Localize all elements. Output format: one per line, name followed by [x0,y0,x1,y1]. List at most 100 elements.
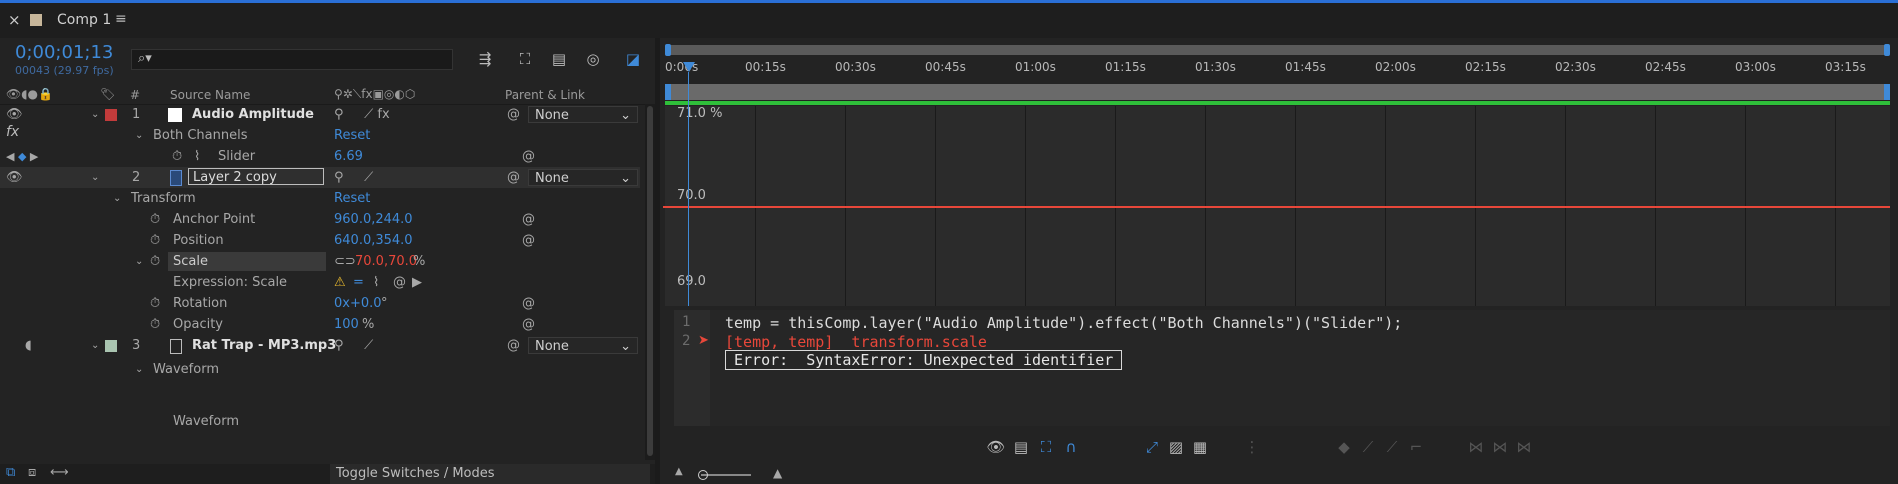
parent-link-column[interactable]: Parent & Link [505,88,585,102]
work-area-start-handle[interactable] [665,84,671,100]
easy-ease-out-icon[interactable]: ⋈ [1513,436,1535,458]
zoom-out-icon[interactable]: ▲ [675,466,683,477]
enable-expression-icon[interactable]: = [353,272,364,293]
pickwhip-icon[interactable]: @ [507,167,520,188]
easy-ease-in-icon[interactable]: ⋈ [1489,436,1511,458]
transform-box-icon[interactable]: ⛶ [1035,436,1057,458]
auto-zoom-icon[interactable]: ⤢ [1141,436,1163,458]
stopwatch-icon[interactable]: ⏱ [150,293,160,314]
separate-dimensions-icon[interactable]: ⋮ [1241,436,1263,458]
snap-icon[interactable]: ∩ [1060,436,1082,458]
scale-value[interactable]: 70.0,70.0 [355,251,417,272]
draft-3d-icon[interactable]: ⛶ [514,48,536,70]
layer-switches[interactable]: ⚲ ⟋ [334,167,373,188]
layer-switches[interactable]: ⚲ ⟋ [334,335,373,356]
tab-menu-icon[interactable]: ≡ [115,11,127,27]
graph-icon[interactable]: ⌇ [373,272,379,293]
constrain-proportions-icon[interactable]: ⊂⊃ [334,251,356,272]
source-name-column[interactable]: Source Name [170,88,250,102]
twirl-down-icon[interactable]: ⌄ [135,251,143,272]
layer-switches-toggle-icon[interactable]: ⧉ [6,465,15,480]
twirl-down-icon[interactable]: ⌄ [135,359,143,380]
twirl-down-icon[interactable]: ⌄ [91,335,99,356]
zoom-slider-track[interactable] [701,474,751,476]
pickwhip-icon[interactable]: @ [507,335,520,356]
pickwhip-icon[interactable]: @ [522,209,535,230]
twirl-down-icon[interactable]: ⌄ [113,188,121,209]
search-field[interactable] [162,50,446,70]
parent-dropdown[interactable]: None ⌄ [528,169,638,186]
layer-scrollbar[interactable] [645,104,655,460]
slider-value[interactable]: 6.69 [334,146,363,167]
shy-layers-icon[interactable]: ▤ [548,48,570,70]
layer-switches[interactable]: ⚲ ⟋ fx [334,104,390,125]
effect-reset-link[interactable]: Reset [334,125,370,146]
stopwatch-icon[interactable]: ⏱ [150,209,160,230]
graph-editor[interactable]: 71.0 % 70.0 69.0 [663,106,1890,306]
warning-icon[interactable]: ⚠ [334,272,346,293]
timecode[interactable]: 0;00;01;13 [15,42,113,63]
pickwhip-icon[interactable]: @ [522,293,535,314]
work-area-bar[interactable] [665,84,1890,100]
error-marker-icon[interactable]: ➤ [698,333,709,348]
playhead-line[interactable] [688,72,689,306]
twirl-down-icon[interactable]: ⌄ [135,125,143,146]
stopwatch-icon[interactable]: ⏱ [150,314,160,335]
transform-label[interactable]: Transform [131,188,196,209]
comp-flowchart-icon[interactable]: ⇶ [474,48,496,70]
layer-search-input[interactable]: ⌕▾ [131,49,453,70]
expression-line-2[interactable]: [temp, temp] transform.scale [725,333,987,351]
twirl-down-icon[interactable]: ⌄ [91,167,99,188]
toggle-switches-modes-label[interactable]: Toggle Switches / Modes [336,466,495,481]
close-tab-icon[interactable]: × [8,11,21,29]
stopwatch-icon[interactable]: ⏱ [150,251,160,272]
eye-icon[interactable]: 👁 [6,104,23,125]
label-color-swatch[interactable] [105,340,117,352]
fit-selection-icon[interactable]: ▨ [1165,436,1187,458]
motion-blur-icon[interactable]: ◪ [622,48,644,70]
waveform-group-label[interactable]: Waveform [153,359,219,380]
fit-all-icon[interactable]: ▦ [1189,436,1211,458]
layer-name[interactable]: Rat Trap - MP3.mp3 [192,335,336,356]
pickwhip-icon[interactable]: @ [522,314,535,335]
pickwhip-icon[interactable]: @ [507,104,520,125]
layer-name-edit-field[interactable]: Layer 2 copy [188,168,324,185]
time-ruler[interactable]: 0:00s 00:15s 00:30s 00:45s 01:00s 01:15s… [665,56,1890,84]
zoom-in-icon[interactable]: ▲ [773,466,782,480]
scrollbar-thumb[interactable] [647,106,653,456]
show-properties-icon[interactable]: 👁 [985,436,1007,458]
eye-icon[interactable]: 👁 [6,167,23,188]
anchor-point-value[interactable]: 960.0,244.0 [334,209,413,230]
layer-row[interactable]: 👁 ⌄ 1 Audio Amplitude ⚲ ⟋ fx @ None ⌄ [0,104,640,125]
transfer-controls-toggle-icon[interactable]: ⧈ [28,465,36,480]
zoom-slider-thumb[interactable] [698,470,708,480]
expression-line-1[interactable]: temp = thisComp.layer("Audio Amplitude")… [725,314,1402,332]
effect-group-name[interactable]: Both Channels [153,125,248,146]
edit-keyframe-icon[interactable]: ◆ [1333,436,1355,458]
playhead-handle[interactable] [683,62,695,72]
graph-options-icon[interactable]: ▤ [1010,436,1032,458]
graph-icon[interactable]: ⌇ [194,146,200,167]
comp-tab-title[interactable]: Comp 1 [57,12,111,28]
rotation-value[interactable]: 0x+0.0 [334,293,382,314]
layer-name[interactable]: Audio Amplitude [192,104,314,125]
label-color-swatch[interactable] [105,109,117,121]
layer-row[interactable]: ◖ ⌄ 3 Rat Trap - MP3.mp3 ⚲ ⟋ @ None ⌄ [0,335,640,356]
panel-divider[interactable] [655,38,660,484]
twirl-down-icon[interactable]: ⌄ [91,104,99,125]
linear-keyframe-icon[interactable]: ⟋ [1381,436,1403,458]
stopwatch-icon[interactable]: ⏱ [150,230,160,251]
keyframe-navigator[interactable]: ◀ ◆ ▶ [6,146,38,167]
opacity-value[interactable]: 100 [334,314,359,335]
audio-icon[interactable]: ◖ [25,335,32,356]
hold-keyframe-icon[interactable]: ⟋ [1357,436,1379,458]
pickwhip-icon[interactable]: @ [522,146,535,167]
work-area-end-handle[interactable] [1884,84,1890,100]
auto-bezier-icon[interactable]: ⌐ [1405,436,1427,458]
navigator-start-handle[interactable] [665,44,671,56]
frame-blending-icon[interactable]: ◎ [582,48,604,70]
pickwhip-icon[interactable]: @ [522,230,535,251]
expression-editor[interactable]: 1 2 ➤ temp = thisComp.layer("Audio Ampli… [674,310,1890,426]
pickwhip-icon[interactable]: @ [393,272,406,293]
easy-ease-icon[interactable]: ⋈ [1465,436,1487,458]
